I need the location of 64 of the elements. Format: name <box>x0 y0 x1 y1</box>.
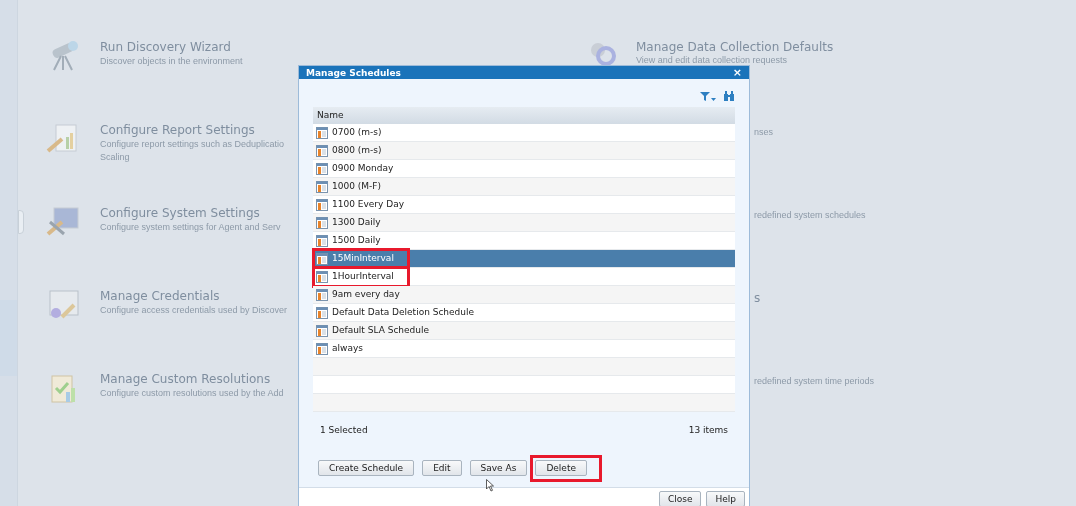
setting-description: View and edit data collection requests <box>636 55 788 66</box>
calendar-icon <box>316 306 328 319</box>
selection-count: 1 Selected <box>320 424 368 437</box>
calendar-icon <box>316 198 328 211</box>
calendar-icon <box>316 324 328 337</box>
schedule-row[interactable]: 1000 (M-F) <box>313 178 735 196</box>
schedule-row[interactable]: 1100 Every Day <box>313 196 735 214</box>
schedule-name: 1100 Every Day <box>332 197 404 211</box>
schedule-name: 9am every day <box>332 287 400 301</box>
setting-description: Configure custom resolutions used by the Add <box>100 387 284 400</box>
schedule-row[interactable]: Default SLA Schedule <box>313 322 735 340</box>
schedule-name: 0800 (m-s) <box>332 143 382 157</box>
setting-description: nses <box>754 126 773 139</box>
footer-button[interactable]: Close <box>658 490 702 506</box>
calendar-icon <box>316 288 328 301</box>
setting-description: redefined system schedules <box>754 209 866 222</box>
calendar-icon <box>316 162 328 175</box>
action-button[interactable]: Delete <box>535 459 587 476</box>
schedule-name: Default Data Deletion Schedule <box>332 305 475 319</box>
schedule-row[interactable]: 0900 Monday <box>313 160 735 178</box>
schedule-row[interactable]: 1300 Daily <box>313 214 735 232</box>
action-button[interactable]: Edit <box>422 459 462 476</box>
calendar-icon <box>316 234 328 247</box>
schedule-name: 1500 Daily <box>332 233 381 247</box>
schedule-row[interactable]: 9am every day <box>313 286 735 304</box>
schedule-row[interactable]: 1HourInterval <box>313 268 735 286</box>
setting-description: Discover objects in the environment <box>100 55 243 68</box>
schedule-name: 1300 Daily <box>332 215 381 229</box>
schedule-row[interactable]: Default Data Deletion Schedule <box>313 304 735 322</box>
setting-description: Scaling <box>100 151 131 164</box>
schedule-name: 0900 Monday <box>332 161 394 175</box>
action-button[interactable]: Create Schedule <box>318 459 415 476</box>
schedule-row[interactable]: 1500 Daily <box>313 232 735 250</box>
schedule-name: 0700 (m-s) <box>332 125 382 139</box>
calendar-icon <box>316 270 328 283</box>
close-button[interactable]: × <box>732 66 742 79</box>
schedule-name: always <box>332 341 363 355</box>
collapse-handle[interactable] <box>18 210 24 234</box>
setting-title: s <box>754 292 761 305</box>
calendar-icon <box>316 216 328 229</box>
calendar-icon <box>316 342 328 355</box>
setting-description: Configure system settings for Agent and Serv <box>100 221 281 234</box>
schedule-name: 15MinInterval <box>332 251 394 265</box>
dialog-title: Manage Schedules <box>306 66 401 79</box>
calendar-icon <box>316 144 328 157</box>
calendar-icon <box>316 252 328 265</box>
calendar-icon <box>316 126 328 139</box>
schedule-row[interactable]: 15MinInterval <box>313 250 735 268</box>
schedule-row[interactable]: 0800 (m-s) <box>313 142 735 160</box>
calendar-icon <box>316 180 328 193</box>
column-header[interactable]: Name <box>313 107 735 124</box>
filter-icon[interactable] <box>699 91 717 102</box>
item-count: 13 items <box>688 424 728 437</box>
setting-description: redefined system time periods <box>754 375 875 388</box>
action-button[interactable]: Save As <box>469 459 528 476</box>
setting-description: Configure report settings such as Deduplicatio <box>100 138 285 151</box>
schedule-name: 1000 (M-F) <box>332 179 381 193</box>
footer-button[interactable]: Help <box>706 490 745 506</box>
binoculars-icon[interactable] <box>723 91 735 102</box>
schedule-name: 1HourInterval <box>332 269 394 283</box>
schedule-name: Default SLA Schedule <box>332 323 430 337</box>
schedule-row[interactable]: always <box>313 340 735 358</box>
setting-description: Configure access credentials used by Discover <box>100 304 288 317</box>
schedule-row[interactable]: 0700 (m-s) <box>313 124 735 142</box>
